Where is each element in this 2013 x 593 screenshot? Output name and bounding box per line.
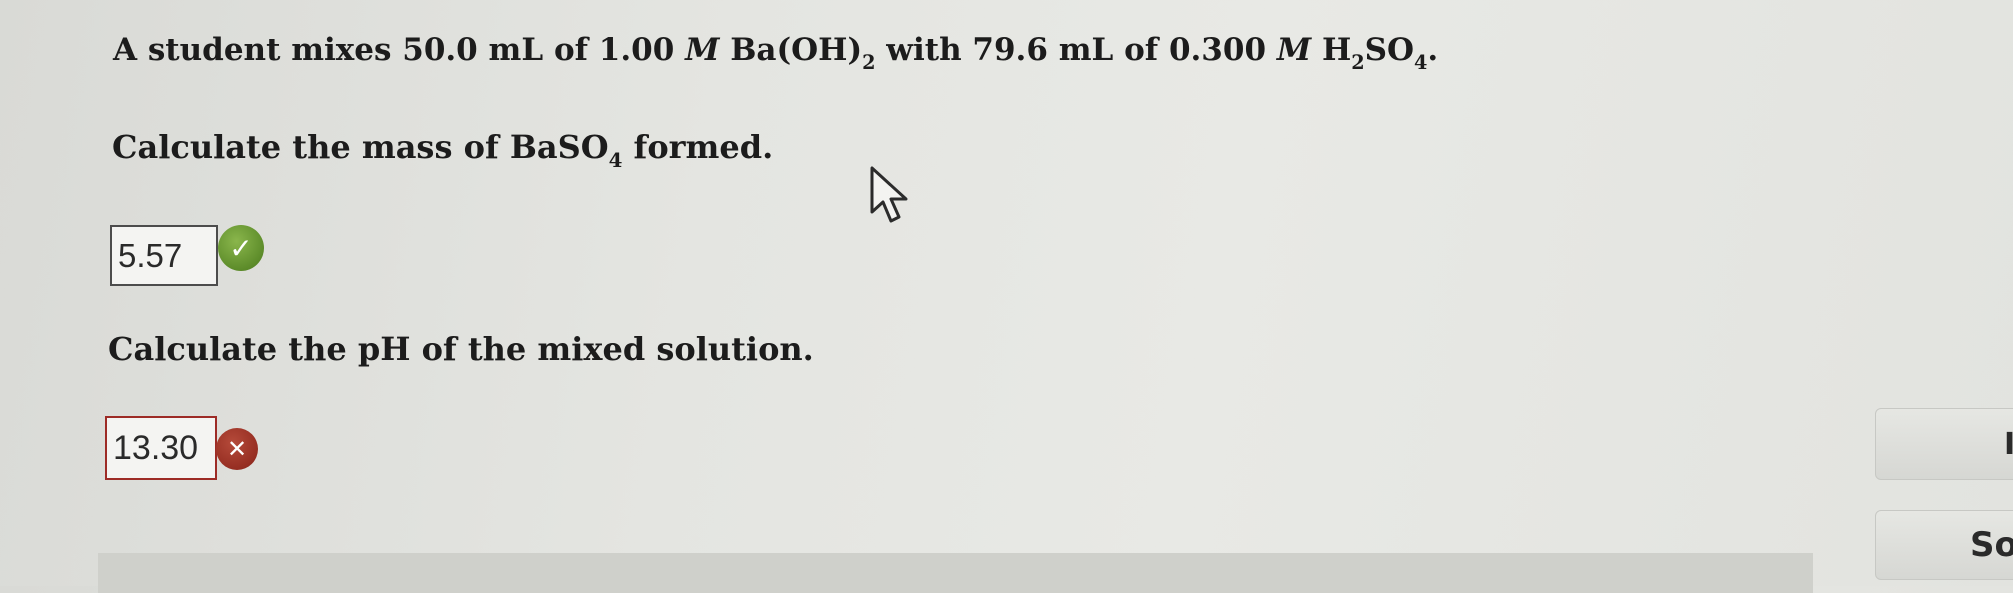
molar-symbol-1: M — [685, 32, 720, 68]
acid-formula-h: H — [1321, 32, 1352, 68]
question-ph: Calculate the pH of the mixed solution. — [108, 330, 814, 368]
acid-subscript-o: 4 — [1414, 51, 1428, 75]
base-formula: Ba(OH) — [730, 32, 863, 68]
check-glyph: ✓ — [229, 231, 253, 265]
with-text: with — [886, 32, 962, 68]
side-action-button-1[interactable]: I — [1875, 408, 2013, 480]
question-mass-suffix: formed. — [633, 128, 774, 166]
check-icon: ✓ — [218, 225, 264, 271]
volume-acid: 79.6 mL — [972, 32, 1114, 68]
acid-formula-so: SO — [1364, 32, 1415, 68]
concentration-acid: 0.300 — [1168, 32, 1267, 68]
base-subscript: 2 — [862, 51, 876, 75]
problem-intro: A student mixes — [113, 32, 392, 68]
ph-answer-input[interactable]: 13.30 — [105, 416, 217, 480]
side-button-2-label: So — [1970, 525, 2013, 565]
of-text-1: of — [553, 32, 588, 68]
acid-subscript-h: 2 — [1351, 51, 1365, 75]
side-button-1-label: I — [2004, 426, 2013, 462]
concentration-base: 1.00 — [598, 32, 675, 68]
problem-statement: A student mixes 50.0 mL of 1.00 M Ba(OH)… — [113, 32, 1439, 72]
question-mass-formula: BaSO — [509, 128, 609, 166]
molar-symbol-2: M — [1276, 32, 1312, 68]
mass-answer-input[interactable]: 5.57 — [110, 225, 218, 286]
arrow-cursor-icon — [870, 166, 908, 223]
x-icon: ✕ — [216, 428, 258, 470]
ph-answer-value: 13.30 — [113, 428, 199, 467]
mass-answer-value: 5.57 — [118, 236, 183, 274]
volume-base: 50.0 mL — [402, 32, 544, 68]
of-text-2: of — [1124, 32, 1159, 68]
question-mass-subscript: 4 — [608, 148, 623, 173]
x-glyph: ✕ — [226, 435, 248, 463]
end-punctuation: . — [1427, 32, 1439, 68]
side-action-button-2[interactable]: So — [1875, 510, 2013, 580]
question-mass-prefix: Calculate the mass of — [112, 128, 499, 166]
question-mass: Calculate the mass of BaSO4 formed. — [112, 128, 774, 170]
question-ph-text: Calculate the pH of the mixed solution. — [108, 330, 814, 368]
bottom-panel — [98, 553, 1813, 593]
